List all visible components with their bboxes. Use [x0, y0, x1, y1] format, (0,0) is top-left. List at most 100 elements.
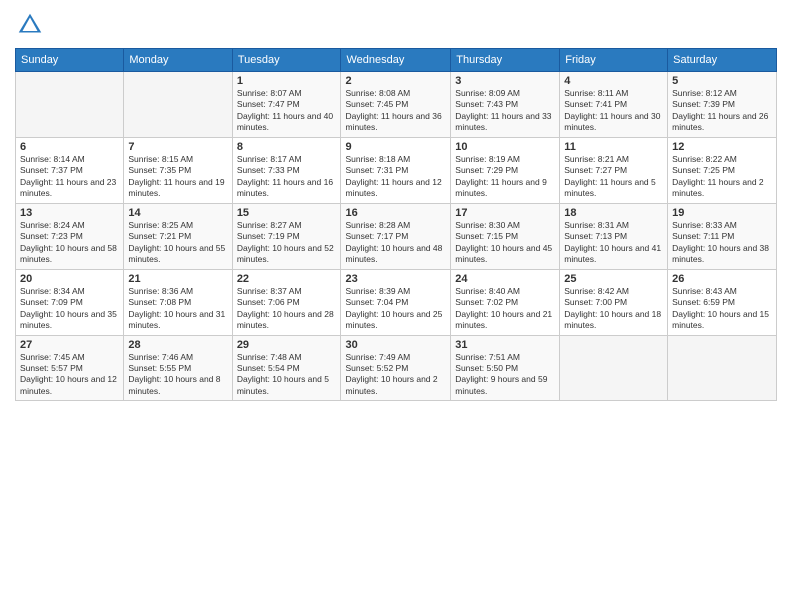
calendar-body: 1Sunrise: 8:07 AM Sunset: 7:47 PM Daylig…	[16, 72, 777, 401]
cell-info: Sunrise: 8:07 AM Sunset: 7:47 PM Dayligh…	[237, 88, 337, 134]
calendar-cell: 30Sunrise: 7:49 AM Sunset: 5:52 PM Dayli…	[341, 335, 451, 401]
calendar-cell: 10Sunrise: 8:19 AM Sunset: 7:29 PM Dayli…	[451, 137, 560, 203]
calendar-cell: 19Sunrise: 8:33 AM Sunset: 7:11 PM Dayli…	[668, 203, 777, 269]
cell-info: Sunrise: 8:09 AM Sunset: 7:43 PM Dayligh…	[455, 88, 555, 134]
weekday-wednesday: Wednesday	[341, 49, 451, 72]
cell-date: 13	[20, 207, 119, 219]
weekday-tuesday: Tuesday	[232, 49, 341, 72]
cell-info: Sunrise: 8:19 AM Sunset: 7:29 PM Dayligh…	[455, 154, 555, 200]
cell-date: 27	[20, 339, 119, 351]
cell-info: Sunrise: 8:28 AM Sunset: 7:17 PM Dayligh…	[345, 220, 446, 266]
calendar-cell: 27Sunrise: 7:45 AM Sunset: 5:57 PM Dayli…	[16, 335, 124, 401]
calendar-cell: 3Sunrise: 8:09 AM Sunset: 7:43 PM Daylig…	[451, 72, 560, 138]
cell-info: Sunrise: 8:39 AM Sunset: 7:04 PM Dayligh…	[345, 286, 446, 332]
weekday-friday: Friday	[560, 49, 668, 72]
cell-date: 21	[128, 273, 227, 285]
calendar-cell: 21Sunrise: 8:36 AM Sunset: 7:08 PM Dayli…	[124, 269, 232, 335]
cell-date: 29	[237, 339, 337, 351]
calendar-week-4: 20Sunrise: 8:34 AM Sunset: 7:09 PM Dayli…	[16, 269, 777, 335]
calendar-week-5: 27Sunrise: 7:45 AM Sunset: 5:57 PM Dayli…	[16, 335, 777, 401]
cell-info: Sunrise: 8:14 AM Sunset: 7:37 PM Dayligh…	[20, 154, 119, 200]
cell-date: 15	[237, 207, 337, 219]
calendar-cell: 22Sunrise: 8:37 AM Sunset: 7:06 PM Dayli…	[232, 269, 341, 335]
cell-info: Sunrise: 7:46 AM Sunset: 5:55 PM Dayligh…	[128, 352, 227, 398]
calendar-cell: 15Sunrise: 8:27 AM Sunset: 7:19 PM Dayli…	[232, 203, 341, 269]
cell-date: 16	[345, 207, 446, 219]
cell-date: 12	[672, 141, 772, 153]
cell-info: Sunrise: 8:22 AM Sunset: 7:25 PM Dayligh…	[672, 154, 772, 200]
cell-info: Sunrise: 8:17 AM Sunset: 7:33 PM Dayligh…	[237, 154, 337, 200]
cell-date: 10	[455, 141, 555, 153]
cell-date: 23	[345, 273, 446, 285]
cell-date: 6	[20, 141, 119, 153]
cell-info: Sunrise: 8:34 AM Sunset: 7:09 PM Dayligh…	[20, 286, 119, 332]
calendar-cell: 1Sunrise: 8:07 AM Sunset: 7:47 PM Daylig…	[232, 72, 341, 138]
calendar-cell: 29Sunrise: 7:48 AM Sunset: 5:54 PM Dayli…	[232, 335, 341, 401]
cell-info: Sunrise: 8:42 AM Sunset: 7:00 PM Dayligh…	[564, 286, 663, 332]
cell-date: 31	[455, 339, 555, 351]
calendar-table: SundayMondayTuesdayWednesdayThursdayFrid…	[15, 48, 777, 401]
calendar-header: SundayMondayTuesdayWednesdayThursdayFrid…	[16, 49, 777, 72]
cell-date: 5	[672, 75, 772, 87]
calendar-cell: 18Sunrise: 8:31 AM Sunset: 7:13 PM Dayli…	[560, 203, 668, 269]
cell-info: Sunrise: 8:37 AM Sunset: 7:06 PM Dayligh…	[237, 286, 337, 332]
cell-info: Sunrise: 8:36 AM Sunset: 7:08 PM Dayligh…	[128, 286, 227, 332]
cell-date: 14	[128, 207, 227, 219]
cell-info: Sunrise: 8:21 AM Sunset: 7:27 PM Dayligh…	[564, 154, 663, 200]
cell-info: Sunrise: 8:33 AM Sunset: 7:11 PM Dayligh…	[672, 220, 772, 266]
cell-info: Sunrise: 8:11 AM Sunset: 7:41 PM Dayligh…	[564, 88, 663, 134]
cell-info: Sunrise: 7:49 AM Sunset: 5:52 PM Dayligh…	[345, 352, 446, 398]
cell-date: 24	[455, 273, 555, 285]
calendar-cell	[560, 335, 668, 401]
cell-info: Sunrise: 7:48 AM Sunset: 5:54 PM Dayligh…	[237, 352, 337, 398]
calendar-cell: 5Sunrise: 8:12 AM Sunset: 7:39 PM Daylig…	[668, 72, 777, 138]
cell-date: 19	[672, 207, 772, 219]
cell-date: 28	[128, 339, 227, 351]
cell-info: Sunrise: 8:12 AM Sunset: 7:39 PM Dayligh…	[672, 88, 772, 134]
cell-info: Sunrise: 8:08 AM Sunset: 7:45 PM Dayligh…	[345, 88, 446, 134]
cell-info: Sunrise: 7:45 AM Sunset: 5:57 PM Dayligh…	[20, 352, 119, 398]
cell-date: 9	[345, 141, 446, 153]
weekday-saturday: Saturday	[668, 49, 777, 72]
cell-date: 25	[564, 273, 663, 285]
calendar-cell: 28Sunrise: 7:46 AM Sunset: 5:55 PM Dayli…	[124, 335, 232, 401]
cell-date: 18	[564, 207, 663, 219]
cell-date: 3	[455, 75, 555, 87]
calendar-cell: 6Sunrise: 8:14 AM Sunset: 7:37 PM Daylig…	[16, 137, 124, 203]
logo-icon	[15, 10, 45, 40]
cell-date: 2	[345, 75, 446, 87]
calendar-cell: 14Sunrise: 8:25 AM Sunset: 7:21 PM Dayli…	[124, 203, 232, 269]
calendar-cell: 13Sunrise: 8:24 AM Sunset: 7:23 PM Dayli…	[16, 203, 124, 269]
cell-date: 1	[237, 75, 337, 87]
logo	[15, 10, 49, 40]
cell-info: Sunrise: 7:51 AM Sunset: 5:50 PM Dayligh…	[455, 352, 555, 398]
cell-date: 30	[345, 339, 446, 351]
cell-date: 26	[672, 273, 772, 285]
calendar-cell: 26Sunrise: 8:43 AM Sunset: 6:59 PM Dayli…	[668, 269, 777, 335]
calendar-cell: 16Sunrise: 8:28 AM Sunset: 7:17 PM Dayli…	[341, 203, 451, 269]
cell-info: Sunrise: 8:24 AM Sunset: 7:23 PM Dayligh…	[20, 220, 119, 266]
calendar-cell: 4Sunrise: 8:11 AM Sunset: 7:41 PM Daylig…	[560, 72, 668, 138]
weekday-sunday: Sunday	[16, 49, 124, 72]
calendar-cell	[668, 335, 777, 401]
calendar-cell: 7Sunrise: 8:15 AM Sunset: 7:35 PM Daylig…	[124, 137, 232, 203]
calendar-cell: 9Sunrise: 8:18 AM Sunset: 7:31 PM Daylig…	[341, 137, 451, 203]
calendar-cell	[124, 72, 232, 138]
cell-date: 17	[455, 207, 555, 219]
cell-date: 4	[564, 75, 663, 87]
page: SundayMondayTuesdayWednesdayThursdayFrid…	[0, 0, 792, 612]
calendar-cell: 20Sunrise: 8:34 AM Sunset: 7:09 PM Dayli…	[16, 269, 124, 335]
calendar-cell: 31Sunrise: 7:51 AM Sunset: 5:50 PM Dayli…	[451, 335, 560, 401]
cell-date: 8	[237, 141, 337, 153]
cell-date: 11	[564, 141, 663, 153]
weekday-thursday: Thursday	[451, 49, 560, 72]
calendar-cell	[16, 72, 124, 138]
cell-date: 22	[237, 273, 337, 285]
calendar-cell: 12Sunrise: 8:22 AM Sunset: 7:25 PM Dayli…	[668, 137, 777, 203]
calendar-week-3: 13Sunrise: 8:24 AM Sunset: 7:23 PM Dayli…	[16, 203, 777, 269]
calendar-cell: 11Sunrise: 8:21 AM Sunset: 7:27 PM Dayli…	[560, 137, 668, 203]
cell-info: Sunrise: 8:40 AM Sunset: 7:02 PM Dayligh…	[455, 286, 555, 332]
calendar-week-2: 6Sunrise: 8:14 AM Sunset: 7:37 PM Daylig…	[16, 137, 777, 203]
cell-info: Sunrise: 8:15 AM Sunset: 7:35 PM Dayligh…	[128, 154, 227, 200]
calendar-week-1: 1Sunrise: 8:07 AM Sunset: 7:47 PM Daylig…	[16, 72, 777, 138]
